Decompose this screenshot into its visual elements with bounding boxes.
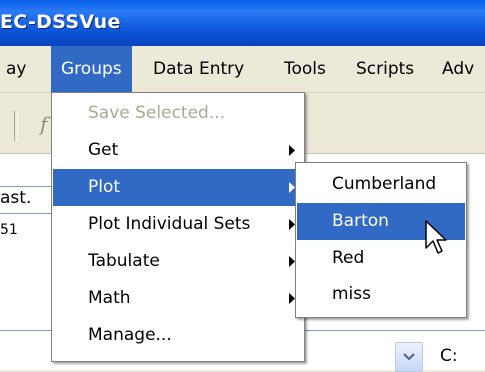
menu-item-get[interactable]: Get — [53, 132, 303, 169]
menu-item-label: Tabulate — [88, 251, 160, 271]
menu-item-label: Save Selected... — [88, 103, 226, 123]
menu-data-entry[interactable]: Data Entry — [143, 46, 254, 92]
menu-item-label: Math — [88, 288, 131, 308]
menu-item-math[interactable]: Math — [53, 280, 303, 317]
submenu-item-label: Cumberland — [332, 174, 437, 194]
menu-bar: ay Groups Data Entry Tools Scripts Adv — [0, 46, 485, 93]
title-bar: EC-DSSVue — [0, 0, 485, 46]
menu-item-label: Get — [88, 140, 119, 160]
toolbar-separator — [14, 111, 18, 141]
groups-dropdown-menu: Save Selected... Get Plot Plot Individua… — [51, 92, 305, 362]
menu-advanced[interactable]: Adv — [432, 46, 484, 92]
submenu-item-label: miss — [332, 284, 371, 304]
window-title: EC-DSSVue — [0, 11, 121, 33]
filename-field-text: ast. — [0, 188, 32, 208]
menu-item-label: Plot Individual Sets — [88, 214, 251, 234]
menu-scripts[interactable]: Scripts — [346, 46, 424, 92]
submenu-item-label: Barton — [332, 211, 389, 231]
menu-item-plot[interactable]: Plot — [53, 169, 303, 206]
submenu-item-label: Red — [332, 248, 365, 268]
submenu-item-cumberland[interactable]: Cumberland — [297, 166, 465, 203]
triangle-right-icon — [289, 145, 295, 156]
mouse-pointer-icon — [425, 220, 447, 254]
menu-item-manage[interactable]: Manage... — [53, 317, 303, 354]
menu-display[interactable]: ay — [0, 46, 36, 92]
combo-dropdown-button[interactable] — [395, 342, 423, 372]
menu-item-plot-individual-sets[interactable]: Plot Individual Sets — [53, 206, 303, 243]
drive-label: C: — [440, 346, 458, 366]
function-icon[interactable]: f — [40, 112, 47, 136]
menu-item-label: Plot — [88, 177, 121, 197]
chevron-down-icon — [403, 353, 415, 361]
menu-item-tabulate[interactable]: Tabulate — [53, 243, 303, 280]
menu-tools[interactable]: Tools — [274, 46, 336, 92]
submenu-item-miss[interactable]: miss — [297, 276, 465, 313]
menu-item-label: Manage... — [88, 325, 172, 345]
record-value: 51 — [0, 222, 18, 238]
menu-groups[interactable]: Groups — [51, 46, 132, 92]
menu-item-save-selected: Save Selected... — [53, 95, 303, 132]
